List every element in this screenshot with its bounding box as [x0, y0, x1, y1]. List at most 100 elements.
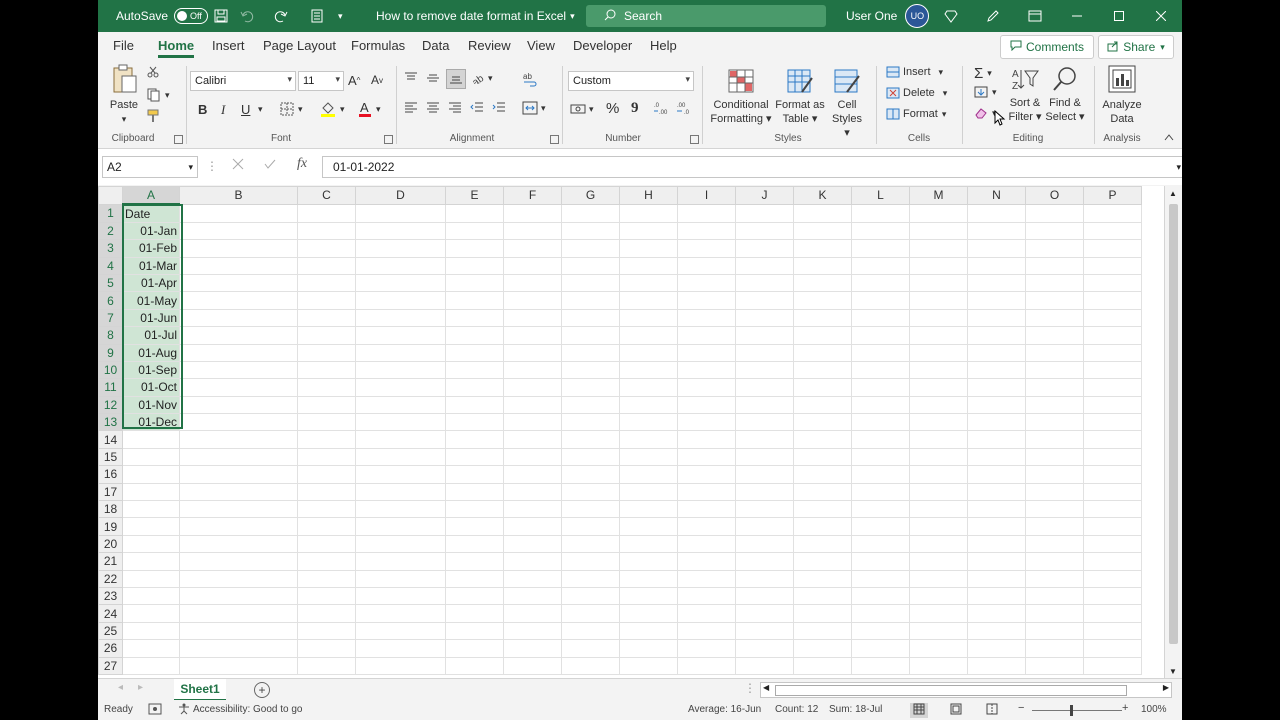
vertical-scrollbar[interactable]: ▲ ▼ — [1164, 186, 1182, 678]
cell-p13[interactable] — [1083, 413, 1142, 432]
cell-a2[interactable]: 01-Jan — [122, 221, 180, 241]
cell-p12[interactable] — [1083, 395, 1142, 415]
cell-h19[interactable] — [619, 517, 678, 536]
cell-k16[interactable] — [793, 465, 852, 484]
cell-c19[interactable] — [297, 517, 356, 536]
cell-j8[interactable] — [735, 326, 794, 345]
cell-k15[interactable] — [793, 447, 852, 467]
orientation-icon[interactable]: ab ▾ — [471, 72, 493, 85]
cell-a18[interactable] — [122, 500, 180, 519]
cell-g17[interactable] — [561, 482, 620, 502]
cell-l13[interactable] — [851, 413, 910, 432]
cell-a24[interactable] — [122, 604, 180, 623]
cell-b23[interactable] — [179, 586, 298, 606]
cell-a1[interactable]: Date — [122, 203, 180, 223]
cell-b8[interactable] — [179, 326, 298, 345]
tab-view[interactable]: View — [527, 38, 555, 53]
cell-l14[interactable] — [851, 430, 910, 449]
cell-p1[interactable] — [1083, 203, 1142, 223]
cell-l27[interactable] — [851, 656, 910, 675]
name-box[interactable]: A2 ▾ — [102, 156, 198, 178]
macro-record-icon[interactable] — [148, 703, 162, 718]
underline-button[interactable]: U — [241, 102, 250, 117]
cell-e17[interactable] — [445, 482, 504, 502]
premium-diamond-icon[interactable] — [944, 0, 958, 32]
cell-i11[interactable] — [677, 378, 736, 397]
row-header[interactable]: 7 — [98, 308, 123, 328]
cell-n16[interactable] — [967, 465, 1026, 484]
column-header-n[interactable]: N — [967, 186, 1026, 205]
cell-j13[interactable] — [735, 413, 794, 432]
cell-p24[interactable] — [1083, 604, 1142, 623]
cell-styles-button[interactable]: Cell Styles ▾ — [828, 68, 866, 140]
scroll-up-icon[interactable]: ▲ — [1169, 189, 1177, 198]
formula-bar-drag-handle[interactable]: ⋮ — [206, 159, 218, 173]
cell-b2[interactable] — [179, 221, 298, 241]
cell-h22[interactable] — [619, 569, 678, 588]
cell-h8[interactable] — [619, 326, 678, 345]
cell-c4[interactable] — [297, 256, 356, 275]
cell-a13[interactable]: 01-Dec — [122, 413, 180, 432]
cell-l21[interactable] — [851, 552, 910, 571]
cell-a21[interactable] — [122, 552, 180, 571]
cell-n18[interactable] — [967, 500, 1026, 519]
column-header-j[interactable]: J — [735, 186, 794, 205]
cell-p23[interactable] — [1083, 586, 1142, 606]
cell-g5[interactable] — [561, 273, 620, 293]
cell-e3[interactable] — [445, 239, 504, 258]
cell-e20[interactable] — [445, 534, 504, 554]
cell-p20[interactable] — [1083, 534, 1142, 554]
cell-a9[interactable]: 01-Aug — [122, 343, 180, 362]
cell-b11[interactable] — [179, 378, 298, 397]
row-header[interactable]: 26 — [98, 639, 123, 658]
cell-m5[interactable] — [909, 273, 968, 293]
cell-p19[interactable] — [1083, 517, 1142, 536]
cell-p17[interactable] — [1083, 482, 1142, 502]
tab-developer[interactable]: Developer — [573, 38, 632, 53]
cell-j9[interactable] — [735, 343, 794, 362]
cancel-entry-icon[interactable] — [232, 158, 244, 173]
cell-o17[interactable] — [1025, 482, 1084, 502]
cell-h4[interactable] — [619, 256, 678, 275]
cell-e24[interactable] — [445, 604, 504, 623]
undo-icon[interactable] — [240, 0, 254, 32]
cell-i24[interactable] — [677, 604, 736, 623]
insert-function-button[interactable]: fx — [297, 156, 307, 172]
cell-l4[interactable] — [851, 256, 910, 275]
add-sheet-icon[interactable]: + — [254, 682, 270, 698]
tab-data[interactable]: Data — [422, 38, 449, 53]
cell-m26[interactable] — [909, 639, 968, 658]
cell-k22[interactable] — [793, 569, 852, 588]
cell-l20[interactable] — [851, 534, 910, 554]
cell-k25[interactable] — [793, 621, 852, 641]
prev-sheet-icon[interactable]: ◂ — [118, 682, 123, 693]
cell-d20[interactable] — [355, 534, 446, 554]
minimize-button[interactable] — [1056, 0, 1098, 32]
cell-f24[interactable] — [503, 604, 562, 623]
cell-o26[interactable] — [1025, 639, 1084, 658]
cell-h6[interactable] — [619, 291, 678, 310]
cell-p8[interactable] — [1083, 326, 1142, 345]
cell-f6[interactable] — [503, 291, 562, 310]
cell-n1[interactable] — [967, 203, 1026, 223]
cell-p26[interactable] — [1083, 639, 1142, 658]
column-header-g[interactable]: G — [561, 186, 620, 205]
column-header-p[interactable]: P — [1083, 186, 1142, 205]
cell-d23[interactable] — [355, 586, 446, 606]
sort-filter-button[interactable]: AZ Sort & Filter ▾ — [1004, 66, 1046, 124]
cell-k23[interactable] — [793, 586, 852, 606]
cell-e11[interactable] — [445, 378, 504, 397]
cell-h3[interactable] — [619, 239, 678, 258]
cell-c26[interactable] — [297, 639, 356, 658]
cell-d14[interactable] — [355, 430, 446, 449]
row-header[interactable]: 6 — [98, 291, 123, 310]
cell-i14[interactable] — [677, 430, 736, 449]
cell-e18[interactable] — [445, 500, 504, 519]
cell-d6[interactable] — [355, 291, 446, 310]
cell-m6[interactable] — [909, 291, 968, 310]
cell-i19[interactable] — [677, 517, 736, 536]
cell-l6[interactable] — [851, 291, 910, 310]
cell-g23[interactable] — [561, 586, 620, 606]
cell-b20[interactable] — [179, 534, 298, 554]
cell-h18[interactable] — [619, 500, 678, 519]
